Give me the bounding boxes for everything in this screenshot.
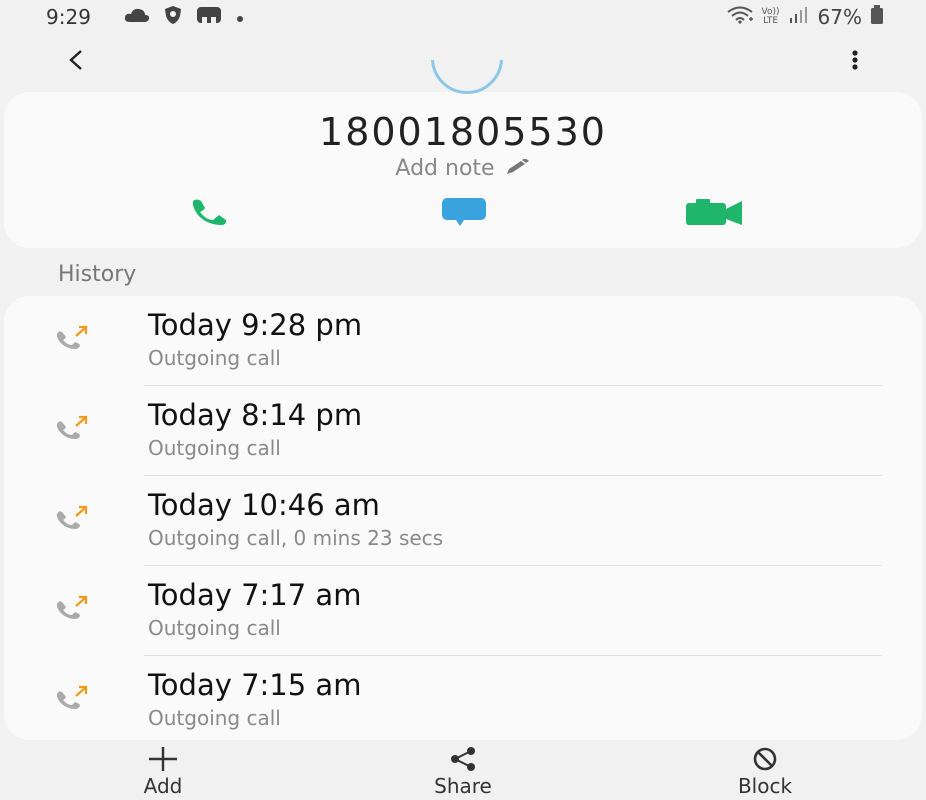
- message-button[interactable]: [434, 196, 494, 232]
- status-bar: 9:29 Vo)) LTE 67%: [0, 0, 926, 36]
- chevron-left-icon: [65, 49, 87, 75]
- phone-number: 18001805530: [319, 110, 607, 154]
- more-vertical-icon: [851, 49, 859, 75]
- history-title: History: [58, 262, 137, 287]
- add-button[interactable]: Add: [88, 740, 238, 800]
- call-type: Outgoing call: [148, 436, 281, 460]
- history-card: Today 9:28 pm Outgoing call Today 8:14 p…: [4, 296, 922, 740]
- call-time: Today 7:15 am: [148, 668, 362, 702]
- history-list-item[interactable]: Today 7:15 am Outgoing call: [4, 656, 922, 740]
- call-button[interactable]: [184, 196, 244, 232]
- volte-icon: Vo)) LTE: [762, 8, 780, 26]
- plus-icon: [146, 746, 180, 776]
- signal-icon: [788, 5, 810, 29]
- back-button[interactable]: [56, 42, 96, 82]
- call-type: Outgoing call: [148, 706, 281, 730]
- notification-icon: [196, 5, 222, 29]
- block-icon: [752, 746, 778, 776]
- avatar[interactable]: [431, 60, 503, 96]
- outgoing-call-icon: [54, 414, 94, 444]
- outgoing-call-icon: [54, 324, 94, 354]
- status-time: 9:29: [46, 5, 91, 29]
- outgoing-call-icon: [54, 594, 94, 624]
- add-note-button[interactable]: Add note: [4, 156, 922, 181]
- share-label: Share: [434, 774, 492, 798]
- block-label: Block: [737, 774, 793, 798]
- battery-text: 67%: [817, 5, 862, 29]
- history-list-item[interactable]: Today 8:14 pm Outgoing call: [4, 386, 922, 476]
- call-type: Outgoing call, 0 mins 23 secs: [148, 526, 444, 550]
- pencil-icon: [505, 156, 531, 181]
- call-type: Outgoing call: [148, 346, 281, 370]
- wifi-icon: [726, 5, 754, 29]
- share-icon: [448, 746, 478, 776]
- cloud-icon: [124, 7, 150, 27]
- bottom-action-bar: Add Share Block: [0, 740, 926, 800]
- shield-icon: [164, 5, 182, 29]
- outgoing-call-icon: [54, 504, 94, 534]
- video-call-button[interactable]: [684, 196, 744, 232]
- message-icon: [440, 196, 488, 232]
- history-list-item[interactable]: Today 10:46 am Outgoing call, 0 mins 23 …: [4, 476, 922, 566]
- battery-icon: [870, 4, 884, 30]
- history-list-item[interactable]: Today 9:28 pm Outgoing call: [4, 296, 922, 386]
- volte-bottom-text: LTE: [763, 16, 779, 26]
- phone-icon: [189, 198, 239, 230]
- history-list: Today 9:28 pm Outgoing call Today 8:14 p…: [4, 296, 922, 740]
- dot-icon: [236, 8, 244, 27]
- outgoing-call-icon: [54, 684, 94, 714]
- call-time: Today 10:46 am: [148, 488, 380, 522]
- share-button[interactable]: Share: [388, 740, 538, 800]
- call-time: Today 7:17 am: [148, 578, 362, 612]
- history-list-item[interactable]: Today 7:17 am Outgoing call: [4, 566, 922, 656]
- block-button[interactable]: Block: [690, 740, 840, 800]
- video-call-icon: [684, 197, 744, 231]
- call-time: Today 9:28 pm: [148, 308, 363, 342]
- more-options-button[interactable]: [840, 42, 870, 82]
- contact-card: 18001805530 Add note: [4, 60, 922, 248]
- status-notification-icons: [124, 6, 244, 28]
- add-label: Add: [143, 774, 183, 798]
- add-note-label: Add note: [395, 156, 495, 181]
- call-time: Today 8:14 pm: [148, 398, 363, 432]
- status-system-icons: Vo)) LTE 67%: [726, 4, 884, 30]
- call-type: Outgoing call: [148, 616, 281, 640]
